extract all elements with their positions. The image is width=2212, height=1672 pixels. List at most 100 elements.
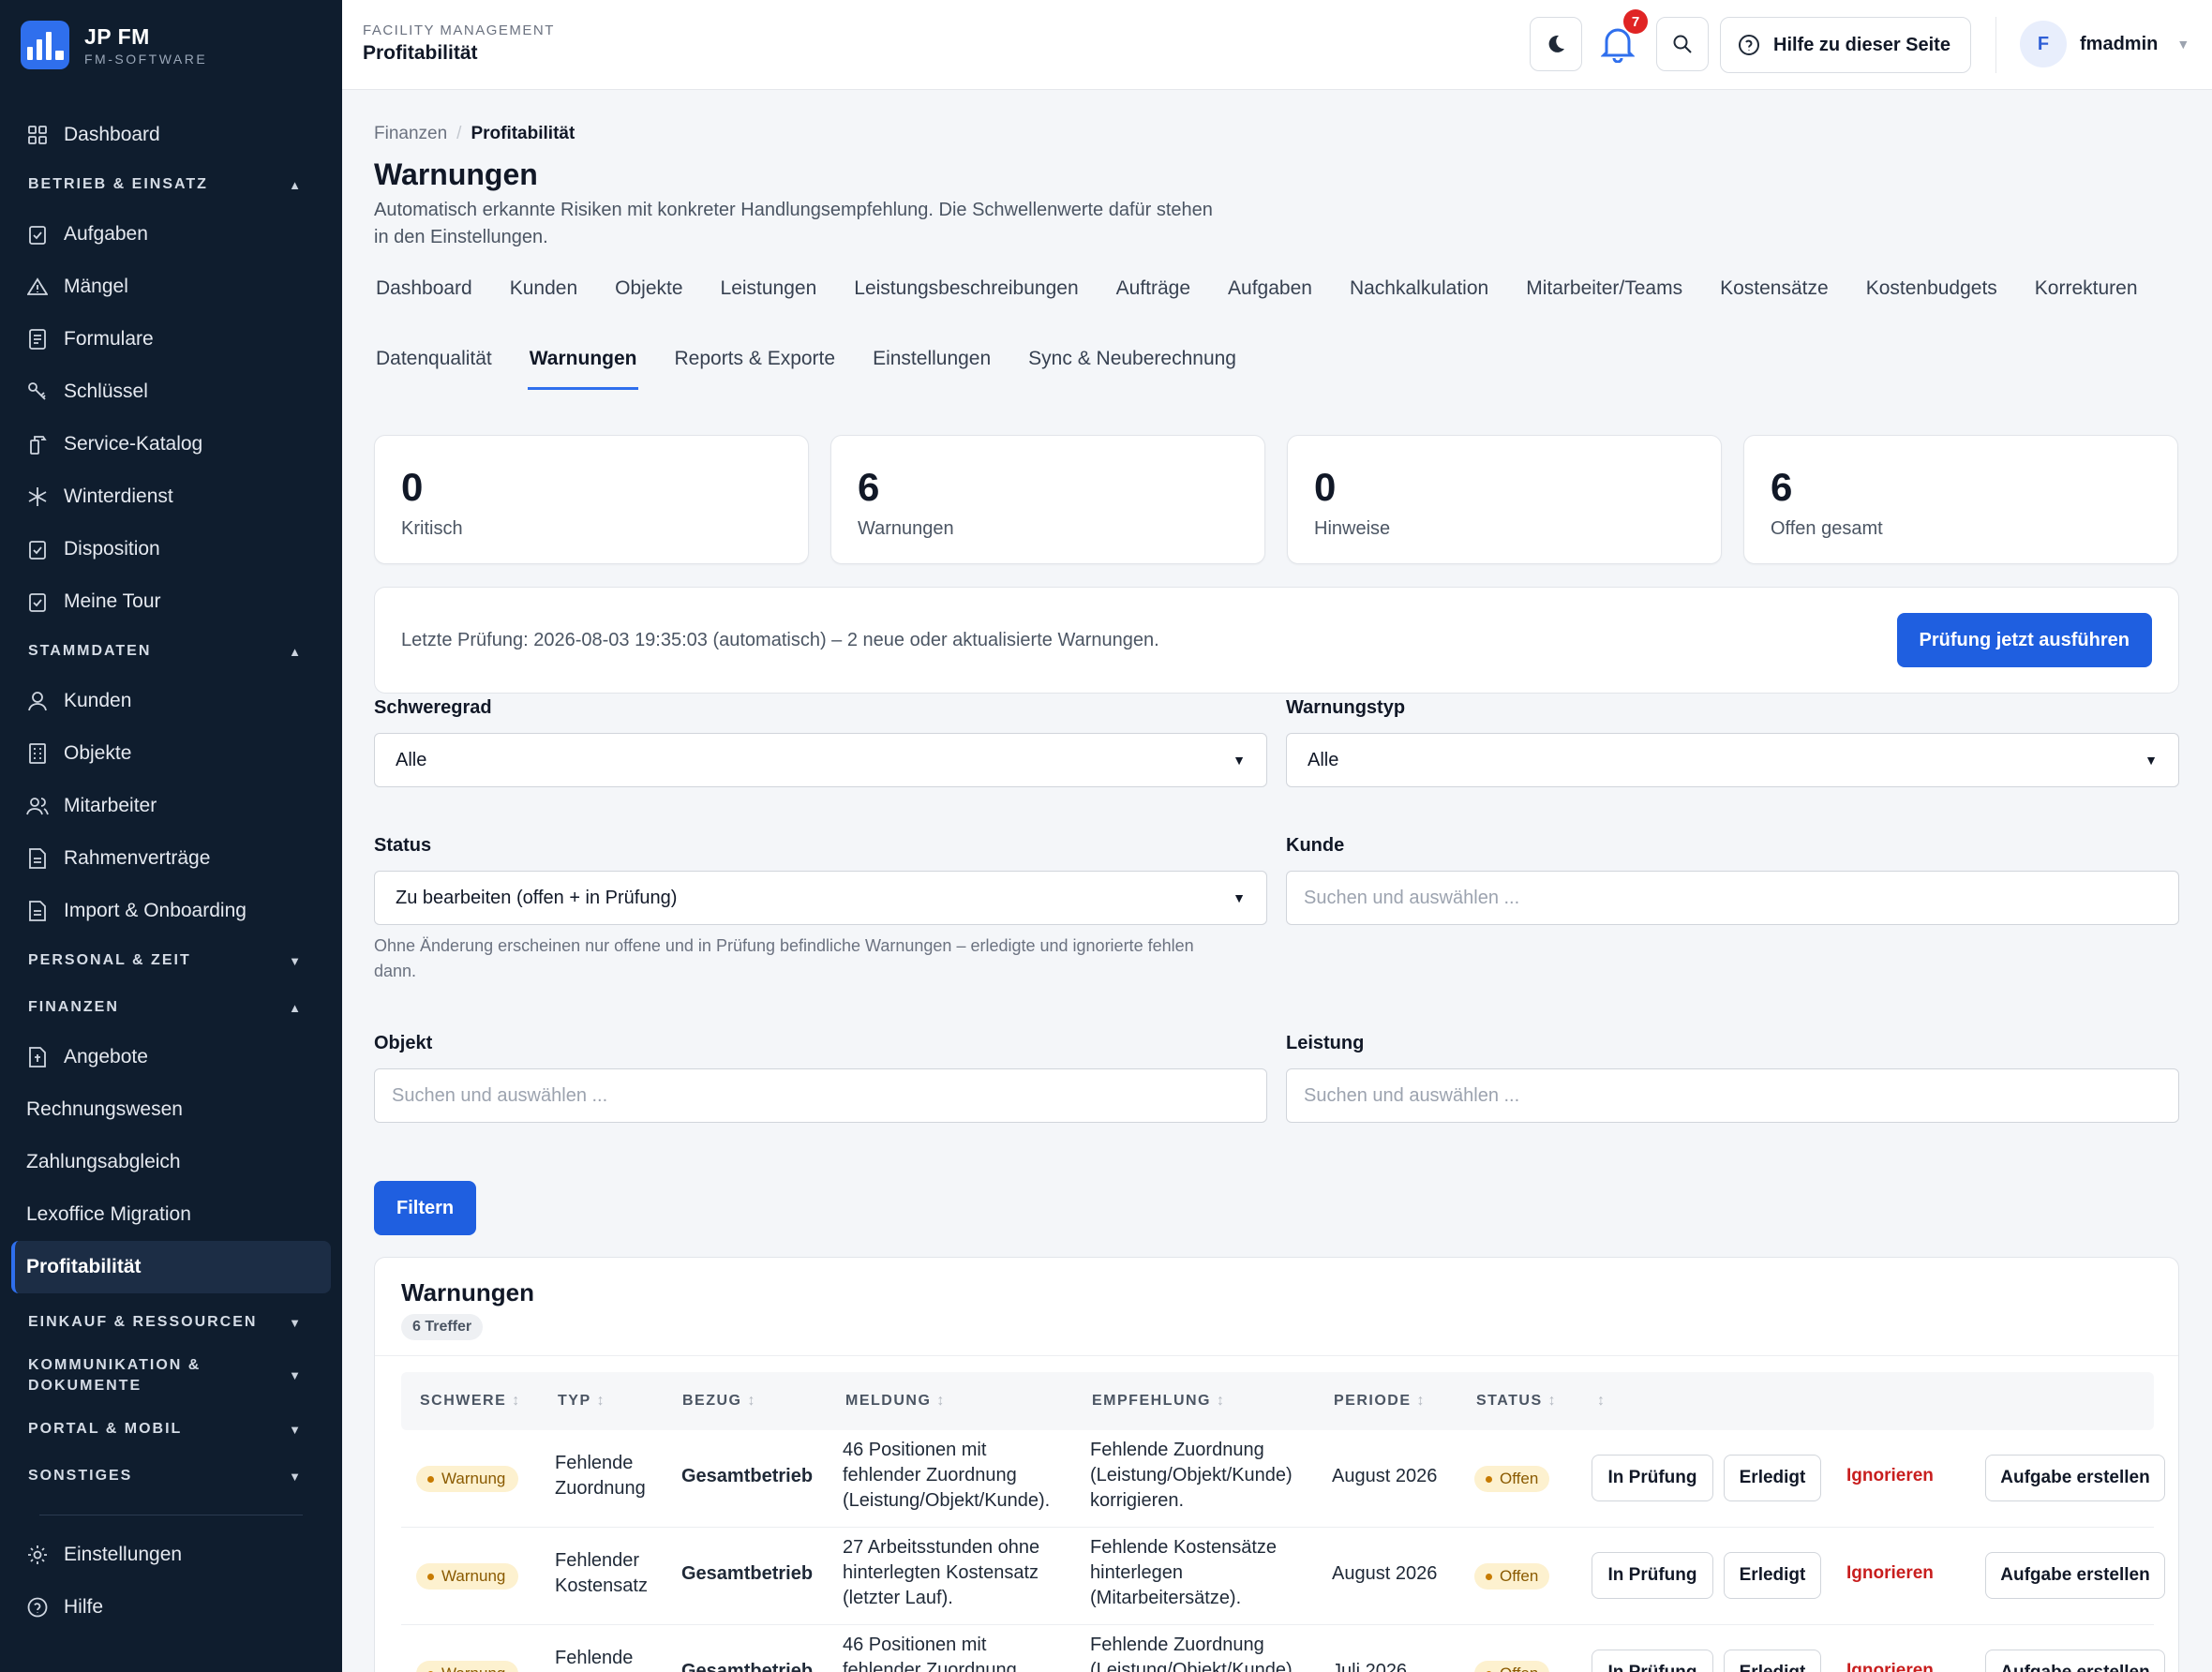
chevron-down-icon: ▼ (1233, 753, 1246, 768)
cell-reference[interactable]: Gesamtbetrieb (681, 1464, 813, 1489)
tab-auftraege[interactable]: Aufträge (1114, 277, 1192, 317)
sidebar-item-formulare[interactable]: Formulare (11, 313, 331, 366)
severity-select[interactable]: Alle ▼ (374, 733, 1267, 787)
tab-kostenbudgets[interactable]: Kostenbudgets (1864, 277, 1999, 317)
column-header-empfehlung[interactable]: EMPFEHLUNG ↕ (1092, 1393, 1224, 1410)
cell-message: 27 Arbeitsstunden ohne hinterlegten Kost… (843, 1537, 1040, 1608)
select-value: Zu bearbeiten (offen + in Prüfung) (396, 887, 678, 908)
sidebar-item-schluessel[interactable]: Schlüssel (11, 366, 331, 418)
sidebar-item-kunden[interactable]: Kunden (11, 675, 331, 727)
search-button[interactable] (1656, 17, 1709, 71)
cell-message: 46 Positionen mit fehlender Zuordnung (843, 1635, 1017, 1672)
sidebar-item-import[interactable]: Import & Onboarding (11, 885, 331, 937)
column-header-actions[interactable]: ↕ (1592, 1393, 1605, 1410)
object-search-input[interactable]: Suchen und auswählen ... (374, 1068, 1267, 1123)
tab-sync[interactable]: Sync & Neuberechnung (1026, 348, 1238, 390)
column-header-periode[interactable]: PERIODE ↕ (1334, 1393, 1425, 1410)
tab-leistungen[interactable]: Leistungen (719, 277, 819, 317)
warning-type-select[interactable]: Alle ▼ (1286, 733, 2179, 787)
sidebar-item-profitabilitaet[interactable]: Profitabilität (11, 1241, 331, 1293)
ignore-button[interactable]: Ignorieren (1846, 1466, 1934, 1486)
status-select[interactable]: Zu bearbeiten (offen + in Prüfung) ▼ (374, 871, 1267, 925)
brand-logo-icon (21, 21, 69, 69)
tab-reports-exporte[interactable]: Reports & Exporte (672, 348, 837, 390)
tab-kostensaetze[interactable]: Kostensätze (1718, 277, 1831, 317)
column-header-typ[interactable]: TYP ↕ (558, 1393, 605, 1410)
done-button[interactable]: Erledigt (1724, 1455, 1821, 1501)
review-button[interactable]: In Prüfung (1592, 1455, 1713, 1501)
column-header-schwere[interactable]: SCHWERE ↕ (420, 1393, 519, 1410)
column-header-meldung[interactable]: MELDUNG ↕ (845, 1393, 944, 1410)
sidebar-item-maengel[interactable]: Mängel (11, 261, 331, 313)
tab-leistungsbeschreibungen[interactable]: Leistungsbeschreibungen (852, 277, 1080, 317)
sidebar-item-zahlungsabgleich[interactable]: Zahlungsabgleich (11, 1136, 331, 1188)
column-header-status[interactable]: STATUS ↕ (1476, 1393, 1556, 1410)
page-help-button[interactable]: Hilfe zu dieser Seite (1720, 17, 1971, 73)
service-search-input[interactable]: Suchen und auswählen ... (1286, 1068, 2179, 1123)
dark-mode-button[interactable] (1530, 17, 1582, 71)
sidebar-item-hilfe[interactable]: Hilfe (11, 1581, 331, 1634)
section-stammdaten[interactable]: STAMMDATEN ▲ (11, 628, 331, 675)
sidebar-item-rechnungswesen[interactable]: Rechnungswesen (11, 1083, 331, 1136)
create-task-button[interactable]: Aufgabe erstellen (1985, 1650, 2165, 1672)
sidebar-item-label: Lexoffice Migration (26, 1203, 191, 1225)
tab-aufgaben[interactable]: Aufgaben (1226, 277, 1314, 317)
sidebar-item-label: Formulare (64, 328, 154, 350)
section-sonstiges[interactable]: SONSTIGES ▼ (11, 1453, 331, 1500)
filter-button[interactable]: Filtern (374, 1181, 477, 1235)
breadcrumb-parent[interactable]: Finanzen (374, 124, 447, 143)
tab-korrekturen[interactable]: Korrekturen (2033, 277, 2140, 317)
ignore-button[interactable]: Ignorieren (1846, 1661, 1934, 1672)
done-button[interactable]: Erledigt (1724, 1552, 1821, 1599)
sidebar-item-angebote[interactable]: Angebote (11, 1031, 331, 1083)
sidebar-item-meine-tour[interactable]: Meine Tour (11, 575, 331, 628)
tab-warnungen[interactable]: Warnungen (527, 348, 639, 390)
tab-kunden[interactable]: Kunden (508, 277, 579, 317)
sidebar-item-dashboard[interactable]: Dashboard (11, 109, 331, 161)
done-button[interactable]: Erledigt (1724, 1650, 1821, 1672)
review-button[interactable]: In Prüfung (1592, 1552, 1713, 1599)
sidebar-item-label: Profitabilität (26, 1256, 142, 1277)
sidebar-item-winterdienst[interactable]: Winterdienst (11, 470, 331, 523)
sidebar-item-service-katalog[interactable]: Service-Katalog (11, 418, 331, 470)
sidebar-item-aufgaben[interactable]: Aufgaben (11, 208, 331, 261)
sidebar-item-mitarbeiter[interactable]: Mitarbeiter (11, 780, 331, 832)
section-personal[interactable]: PERSONAL & ZEIT ▼ (11, 937, 331, 984)
cell-reference[interactable]: Gesamtbetrieb (681, 1561, 813, 1587)
sidebar-item-rahmenvertraege[interactable]: Rahmenverträge (11, 832, 331, 885)
sidebar-item-lexoffice[interactable]: Lexoffice Migration (11, 1188, 331, 1241)
tab-dashboard[interactable]: Dashboard (374, 277, 474, 317)
section-kommunikation[interactable]: KOMMUNIKATION & DOKUMENTE ▼ (11, 1346, 331, 1406)
sidebar-item-disposition[interactable]: Disposition (11, 523, 331, 575)
brand[interactable]: JP FM FM-SOFTWARE (0, 0, 342, 90)
document-icon (26, 847, 49, 870)
notifications-button[interactable]: 7 (1592, 9, 1648, 71)
cell-reference[interactable]: Gesamtbetrieb (681, 1659, 813, 1672)
section-finanzen[interactable]: FINANZEN ▲ (11, 984, 331, 1031)
sidebar-item-einstellungen[interactable]: Einstellungen (11, 1529, 331, 1581)
ignore-button[interactable]: Ignorieren (1846, 1563, 1934, 1584)
section-einkauf[interactable]: EINKAUF & RESSOURCEN ▼ (11, 1299, 331, 1346)
tab-einstellungen[interactable]: Einstellungen (871, 348, 993, 390)
sidebar-item-label: Einstellungen (64, 1544, 183, 1565)
tab-objekte[interactable]: Objekte (613, 277, 684, 317)
tab-datenqualitaet[interactable]: Datenqualität (374, 348, 494, 390)
sidebar-item-objekte[interactable]: Objekte (11, 727, 331, 780)
table-row: Warnung Fehlender Kostensatz Gesamtbetri… (401, 1528, 2165, 1625)
tab-mitarbeiter-teams[interactable]: Mitarbeiter/Teams (1524, 277, 1684, 317)
run-check-button[interactable]: Prüfung jetzt ausführen (1896, 613, 2152, 667)
table-row: Warnung Fehlende Zuordnung Gesamtbetrieb… (401, 1625, 2165, 1672)
create-task-button[interactable]: Aufgabe erstellen (1985, 1455, 2165, 1501)
severity-badge: Warnung (416, 1563, 519, 1590)
create-task-button[interactable]: Aufgabe erstellen (1985, 1552, 2165, 1599)
status-badge: Offen (1474, 1661, 1550, 1672)
column-header-bezug[interactable]: BEZUG ↕ (682, 1393, 755, 1410)
kpi-value: 6 (858, 465, 880, 509)
kpi-label: Offen gesamt (1771, 518, 1883, 539)
review-button[interactable]: In Prüfung (1592, 1650, 1713, 1672)
user-menu[interactable]: F fmadmin ▼ (2020, 21, 2190, 67)
section-betrieb[interactable]: BETRIEB & EINSATZ ▲ (11, 161, 331, 208)
customer-search-input[interactable]: Suchen und auswählen ... (1286, 871, 2179, 925)
tab-nachkalkulation[interactable]: Nachkalkulation (1348, 277, 1490, 317)
section-portal[interactable]: PORTAL & MOBIL ▼ (11, 1406, 331, 1453)
